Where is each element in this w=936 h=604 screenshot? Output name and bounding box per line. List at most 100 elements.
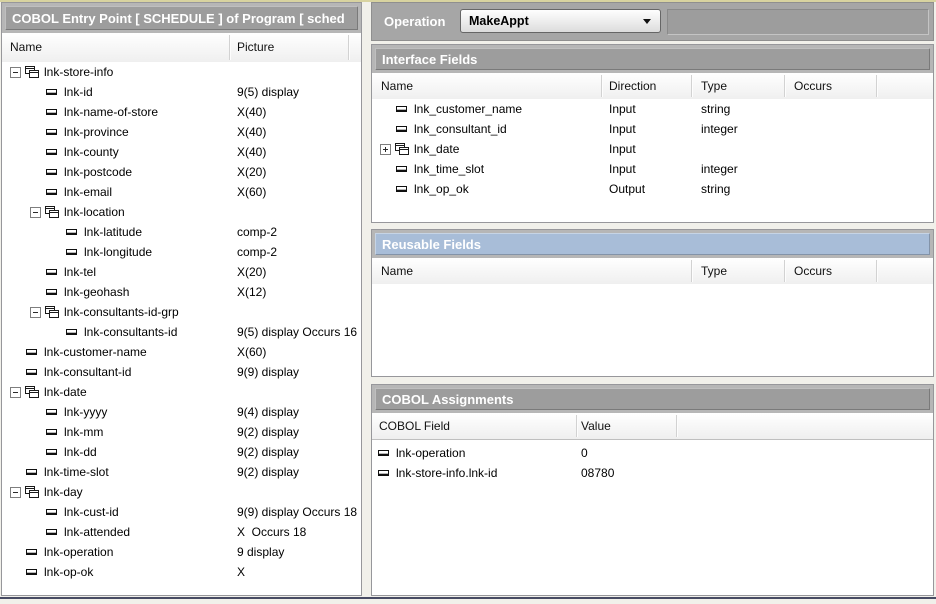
field-picture: X(60) (237, 342, 266, 362)
tree-row[interactable]: lnk-operation 9 display (2, 542, 361, 562)
assignment-row[interactable]: lnk-operation 0 (372, 443, 933, 463)
tree-expander-icon[interactable] (10, 387, 21, 398)
tree-row[interactable]: lnk-location (2, 202, 361, 222)
tree-row[interactable]: lnk-consultants-id 9(5) display Occurs 1… (2, 322, 361, 342)
tree-row[interactable]: lnk-county X(40) (2, 142, 361, 162)
interface-fields-list: lnk_customer_name Input string lnk_consu… (372, 99, 933, 221)
interface-field-direction: Input (609, 139, 636, 159)
interface-field-row[interactable]: lnk_date Input (372, 139, 933, 159)
left-panel-title: COBOL Entry Point [ SCHEDULE ] of Progra… (12, 11, 345, 26)
column-divider[interactable] (876, 260, 878, 282)
interface-title-frame: Interface Fields (372, 45, 933, 73)
field-name: lnk-cust-id (64, 502, 119, 522)
field-name: lnk-consultant-id (44, 362, 131, 382)
tree-row[interactable]: lnk-date (2, 382, 361, 402)
column-divider[interactable] (691, 260, 693, 282)
tree-row[interactable]: lnk-cust-id 9(9) display Occurs 18 (2, 502, 361, 522)
assignments-list: lnk-operation 0 lnk-store-info.lnk-id 08… (372, 443, 933, 594)
elementary-field-icon (46, 288, 58, 296)
column-divider[interactable] (601, 75, 603, 97)
tree-row[interactable]: lnk-email X(60) (2, 182, 361, 202)
elementary-field-icon (66, 328, 78, 336)
column-header-value: Value (581, 413, 611, 439)
elementary-field-icon (396, 125, 408, 133)
cobol-assignments-title-bar: COBOL Assignments (375, 388, 930, 410)
column-divider[interactable] (784, 260, 786, 282)
field-picture: 9(2) display (237, 462, 299, 482)
column-divider[interactable] (348, 35, 350, 60)
interface-field-row[interactable]: lnk_time_slot Input integer (372, 159, 933, 179)
tree-row[interactable]: lnk-longitude comp-2 (2, 242, 361, 262)
tree-expander-icon[interactable] (30, 307, 41, 318)
tree-row[interactable]: lnk-id 9(5) display (2, 82, 361, 102)
field-tree: lnk-store-info lnk-id 9(5) display lnk-n… (2, 62, 361, 594)
group-field-icon (45, 206, 59, 218)
tree-row[interactable]: lnk-attended X Occurs 18 (2, 522, 361, 542)
interface-field-row[interactable]: lnk_customer_name Input string (372, 99, 933, 119)
field-name: lnk-location (64, 202, 125, 222)
elementary-field-icon (46, 448, 58, 456)
interface-fields-title-bar: Interface Fields (375, 48, 930, 70)
column-divider[interactable] (876, 75, 878, 97)
interface-field-row[interactable]: lnk_consultant_id Input integer (372, 119, 933, 139)
field-name: lnk-tel (64, 262, 96, 282)
tree-row[interactable]: lnk-op-ok X (2, 562, 361, 582)
reusable-fields-list (372, 284, 933, 375)
group-field-icon (395, 143, 409, 155)
tree-row[interactable]: lnk-consultants-id-grp (2, 302, 361, 322)
elementary-field-icon (46, 268, 58, 276)
tree-row[interactable]: lnk-name-of-store X(40) (2, 102, 361, 122)
column-divider[interactable] (691, 75, 693, 97)
field-name: lnk-day (44, 482, 83, 502)
assignment-cobol-field: lnk-store-info.lnk-id (396, 463, 497, 483)
interface-field-row[interactable]: lnk_op_ok Output string (372, 179, 933, 199)
field-name: lnk-store-info (44, 62, 113, 82)
field-picture: 9(2) display (237, 422, 299, 442)
column-divider[interactable] (784, 75, 786, 97)
tree-row[interactable]: lnk-customer-name X(60) (2, 342, 361, 362)
elementary-field-icon (46, 408, 58, 416)
assignments-column-header: COBOL Field Value (372, 413, 933, 440)
elementary-field-icon (46, 148, 58, 156)
tree-row[interactable]: lnk-postcode X(20) (2, 162, 361, 182)
tree-row[interactable]: lnk-day (2, 482, 361, 502)
field-picture: comp-2 (237, 222, 277, 242)
tree-row[interactable]: lnk-yyyy 9(4) display (2, 402, 361, 422)
field-name: lnk-dd (64, 442, 97, 462)
elementary-field-icon (46, 528, 58, 536)
cobol-assignments-title: COBOL Assignments (382, 392, 513, 407)
operation-toolbar: Operation MakeAppt (371, 2, 934, 41)
tree-row[interactable]: lnk-time-slot 9(2) display (2, 462, 361, 482)
column-divider[interactable] (229, 35, 231, 60)
tree-expander-icon[interactable] (10, 67, 21, 78)
field-name: lnk-postcode (64, 162, 132, 182)
tree-row[interactable]: lnk-province X(40) (2, 122, 361, 142)
column-header-name: Name (381, 73, 413, 99)
tree-row[interactable]: lnk-geohash X(12) (2, 282, 361, 302)
column-divider[interactable] (576, 415, 578, 437)
tree-row[interactable]: lnk-mm 9(2) display (2, 422, 361, 442)
tree-row[interactable]: lnk-latitude comp-2 (2, 222, 361, 242)
interface-field-type: integer (701, 159, 738, 179)
tree-expander-icon[interactable] (10, 487, 21, 498)
interface-field-direction: Input (609, 159, 636, 179)
column-divider[interactable] (676, 415, 678, 437)
operation-dropdown[interactable]: MakeAppt (460, 9, 661, 33)
interface-field-type: string (701, 179, 730, 199)
tree-row[interactable]: lnk-dd 9(2) display (2, 442, 361, 462)
tree-row[interactable]: lnk-tel X(20) (2, 262, 361, 282)
field-picture: 9(5) display Occurs 16 (237, 322, 357, 342)
tree-expander-icon[interactable] (30, 207, 41, 218)
assignment-row[interactable]: lnk-store-info.lnk-id 08780 (372, 463, 933, 483)
operation-label: Operation (384, 3, 445, 40)
tree-row[interactable]: lnk-consultant-id 9(9) display (2, 362, 361, 382)
field-picture: X(40) (237, 102, 266, 122)
field-name: lnk-customer-name (44, 342, 147, 362)
tree-row[interactable]: lnk-store-info (2, 62, 361, 82)
field-name: lnk-geohash (64, 282, 129, 302)
tree-expander-icon[interactable] (380, 144, 391, 155)
assignment-value: 0 (581, 443, 588, 463)
field-picture: X(40) (237, 142, 266, 162)
interface-field-name: lnk_op_ok (414, 179, 469, 199)
column-header-cobol-field: COBOL Field (379, 413, 450, 439)
